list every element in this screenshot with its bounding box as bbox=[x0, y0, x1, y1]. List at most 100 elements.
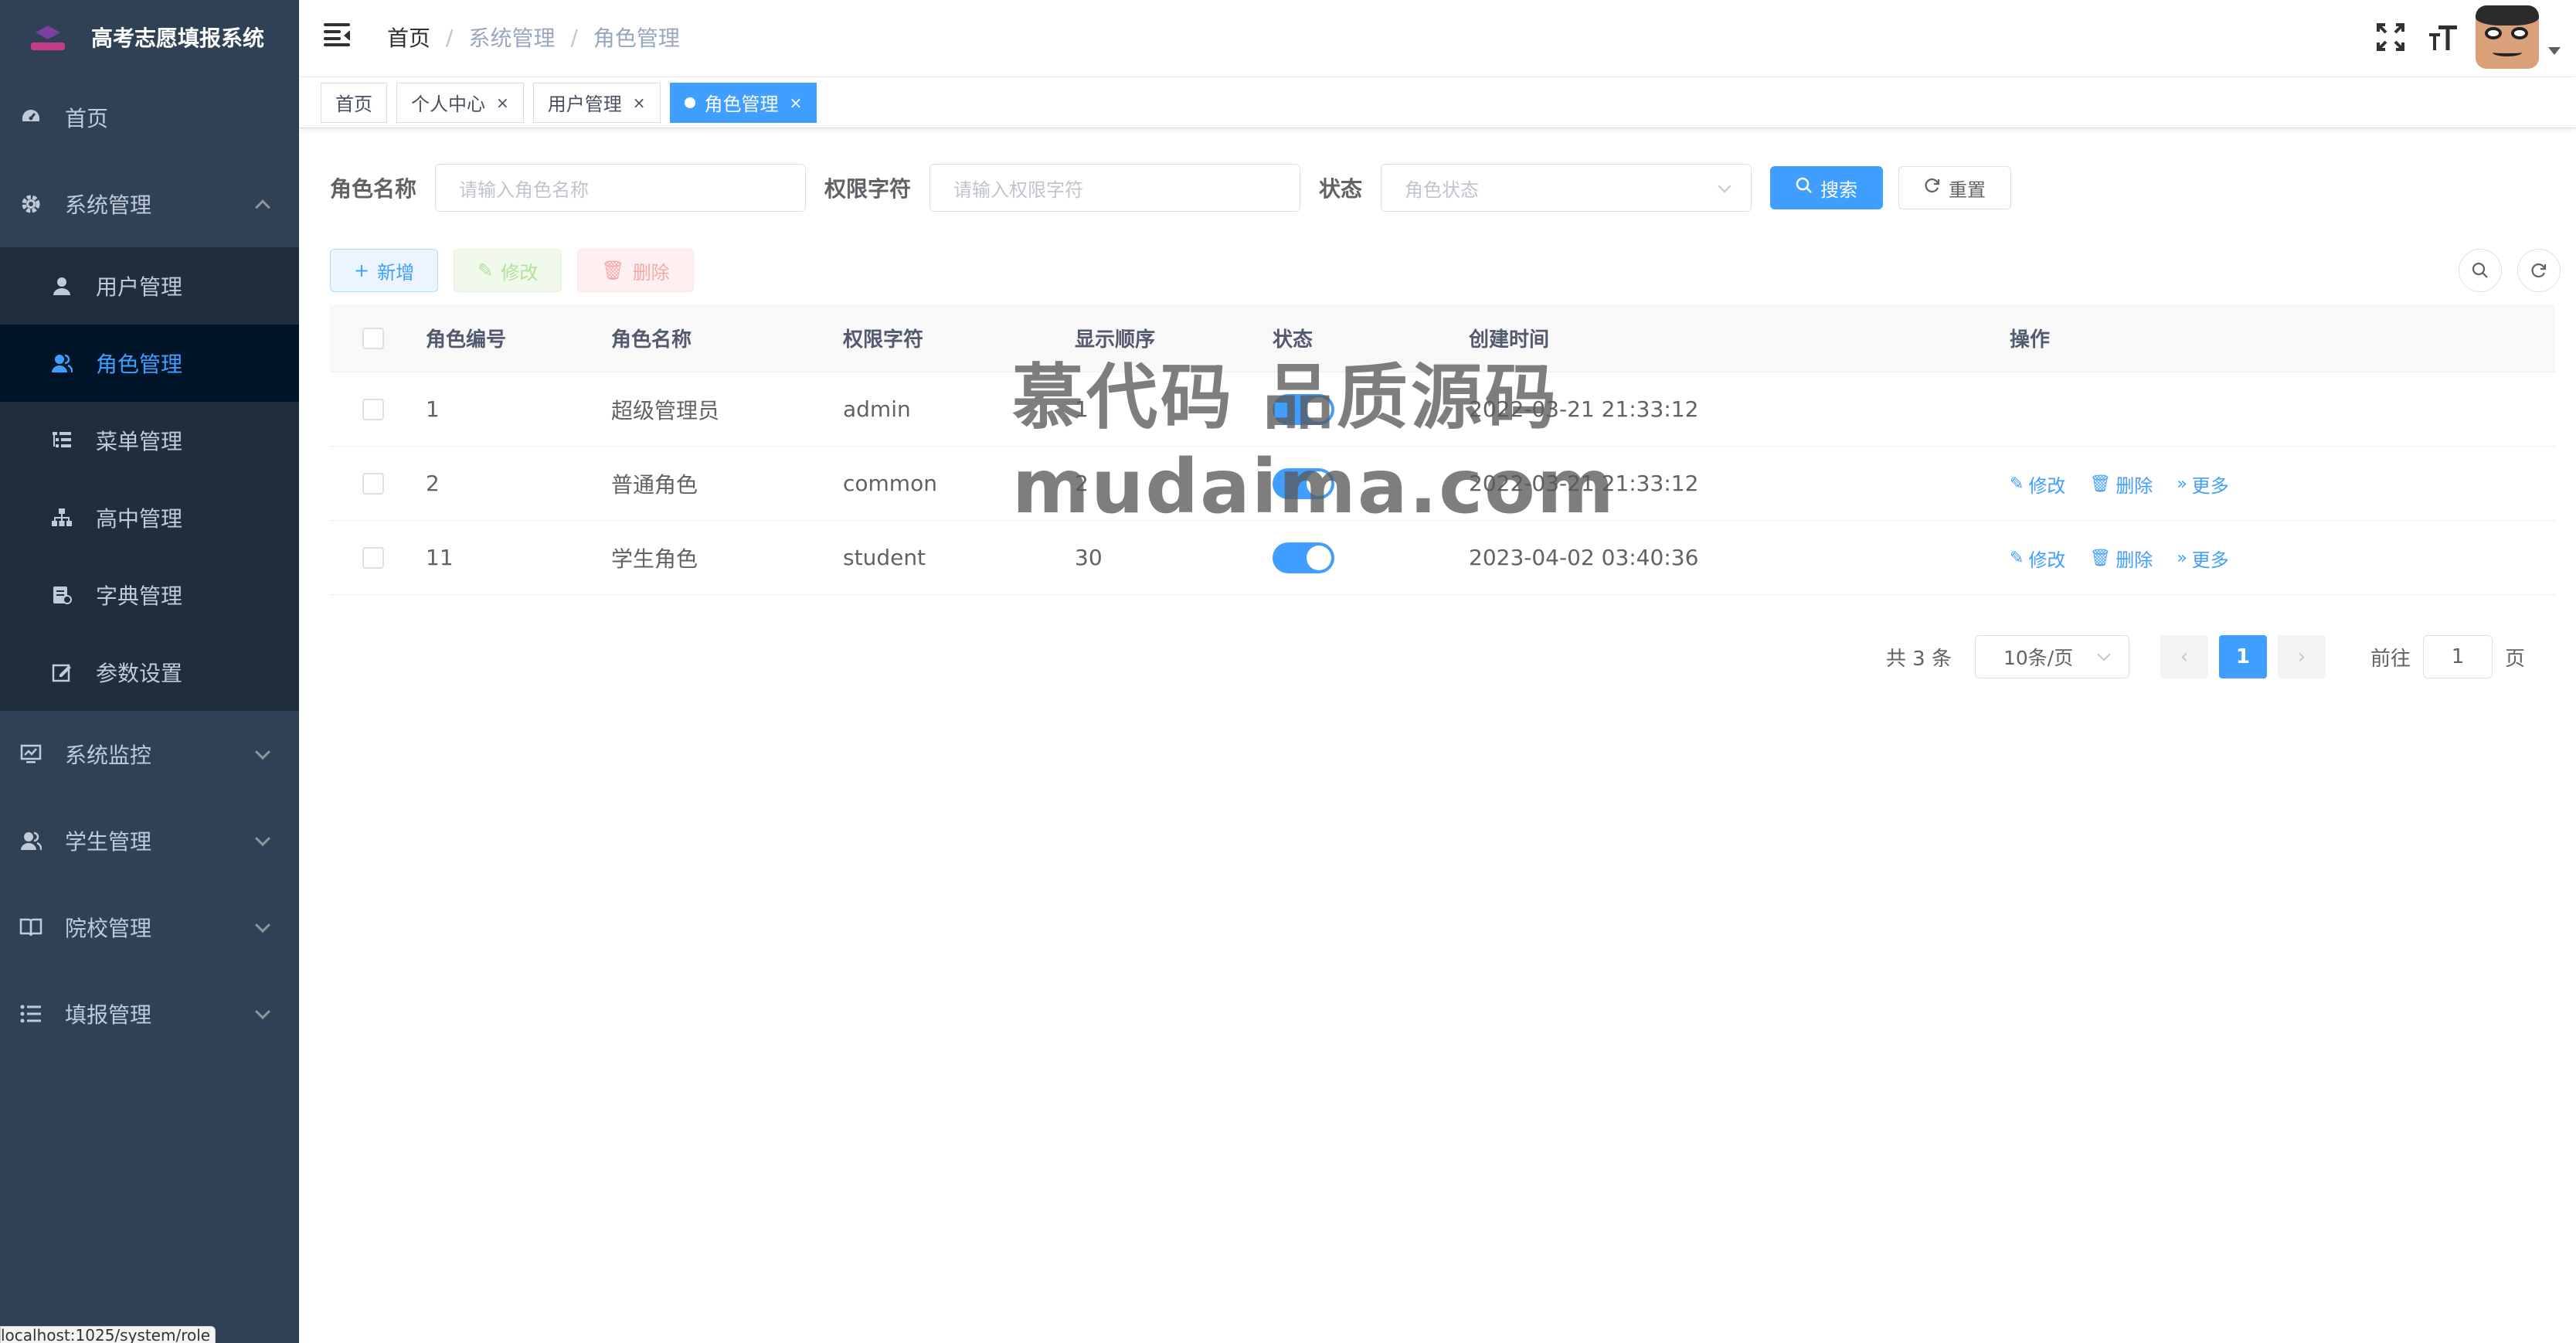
tag-profile[interactable]: 个人中心 × bbox=[396, 82, 524, 123]
double-chevron-right-icon: » bbox=[2177, 549, 2187, 568]
header-role-id: 角色编号 bbox=[426, 328, 507, 352]
role-name-label: 角色名称 bbox=[330, 176, 417, 202]
tag-home[interactable]: 首页 bbox=[321, 82, 387, 123]
tree-icon bbox=[49, 505, 74, 530]
row-delete-link[interactable]: 🗑 删除 bbox=[2089, 471, 2153, 498]
breadcrumb-system: 系统管理 bbox=[468, 26, 556, 51]
tags-view: 首页 个人中心 × 用户管理 × 角色管理 × bbox=[299, 77, 2576, 128]
fullscreen-icon[interactable] bbox=[2370, 17, 2411, 57]
dashboard-icon bbox=[19, 105, 43, 130]
table-row[interactable]: 2 普通角色 common 2 2022-03-21 21:33:12 ✎ 修改 … bbox=[330, 447, 2555, 521]
page-number-active[interactable]: 1 bbox=[2218, 635, 2267, 678]
sidebar-item-label: 学生管理 bbox=[65, 829, 152, 855]
student-icon bbox=[19, 828, 43, 853]
toggle-search-button[interactable] bbox=[2459, 249, 2502, 292]
cell-role-name: 超级管理员 bbox=[611, 397, 720, 423]
row-more-link[interactable]: » 更多 bbox=[2177, 471, 2228, 498]
close-icon[interactable]: × bbox=[496, 94, 509, 112]
status-select[interactable]: 角色状态 bbox=[1381, 164, 1752, 212]
cell-sort: 2 bbox=[1075, 471, 1089, 496]
close-icon[interactable]: × bbox=[633, 94, 646, 112]
tree-table-icon bbox=[49, 428, 74, 453]
prev-page-button[interactable]: ‹ bbox=[2160, 635, 2208, 678]
cell-role-id: 1 bbox=[426, 396, 440, 422]
row-checkbox[interactable] bbox=[362, 546, 384, 569]
sidebar-item-roles[interactable]: 角色管理 bbox=[0, 325, 299, 402]
cell-role-key: common bbox=[843, 471, 937, 496]
row-edit-label: 修改 bbox=[2028, 549, 2066, 571]
status-switch[interactable] bbox=[1273, 393, 1334, 425]
header-sort: 显示顺序 bbox=[1075, 328, 1156, 352]
sidebar-item-students[interactable]: 学生管理 bbox=[0, 797, 299, 884]
delete-button-label: 删除 bbox=[632, 261, 670, 284]
goto-page-input[interactable]: 1 bbox=[2422, 635, 2493, 678]
sidebar-item-colleges[interactable]: 院校管理 bbox=[0, 884, 299, 971]
page-jumper: 前往 1 页 bbox=[2370, 635, 2525, 678]
table-row[interactable]: 11 学生角色 student 30 2023-04-02 03:40:36 ✎… bbox=[330, 521, 2555, 595]
breadcrumb-home[interactable]: 首页 bbox=[387, 22, 430, 53]
cell-role-name: 学生角色 bbox=[611, 546, 698, 572]
role-name-input[interactable]: 请输入角色名称 bbox=[435, 164, 807, 212]
refresh-button[interactable] bbox=[2517, 249, 2561, 292]
next-page-button[interactable]: › bbox=[2277, 635, 2326, 678]
trash-icon: 🗑 bbox=[2089, 549, 2112, 568]
goto-label: 前往 bbox=[2370, 647, 2411, 671]
row-checkbox[interactable] bbox=[362, 398, 384, 420]
sidebar-item-monitor[interactable]: 系统监控 bbox=[0, 711, 299, 797]
row-checkbox[interactable] bbox=[362, 472, 384, 495]
navbar: 首页 / 系统管理 / 角色管理 bbox=[299, 0, 2576, 77]
sidebar-item-menus[interactable]: 菜单管理 bbox=[0, 402, 299, 479]
app-logo[interactable]: 高考志愿填报系统 bbox=[0, 0, 299, 74]
breadcrumb-separator: / bbox=[446, 24, 454, 50]
logo-icon bbox=[28, 21, 68, 53]
row-delete-label: 删除 bbox=[2116, 549, 2153, 571]
add-button[interactable]: + 新增 bbox=[330, 249, 439, 292]
chevron-down-icon bbox=[2097, 648, 2111, 661]
pagination-total: 共 3 条 bbox=[1885, 647, 1952, 671]
edit-button-label: 修改 bbox=[501, 261, 539, 284]
row-edit-link[interactable]: ✎ 修改 bbox=[2010, 545, 2065, 572]
cell-sort: 1 bbox=[1075, 396, 1089, 422]
row-edit-link[interactable]: ✎ 修改 bbox=[2010, 471, 2065, 498]
user-avatar[interactable] bbox=[2476, 5, 2539, 69]
status-switch[interactable] bbox=[1273, 468, 1334, 499]
page-size-select[interactable]: 10条/页 bbox=[1974, 635, 2129, 678]
sidebar: 高考志愿填报系统 首页 系统管理 用户管理 角色管理 菜单管理 高中管理 字典管… bbox=[0, 0, 299, 1343]
reset-button[interactable]: 重置 bbox=[1898, 166, 2012, 209]
sidebar-item-config[interactable]: 参数设置 bbox=[0, 634, 299, 711]
sidebar-item-highschools[interactable]: 高中管理 bbox=[0, 479, 299, 556]
cell-role-key: student bbox=[843, 545, 926, 570]
tag-users[interactable]: 用户管理 × bbox=[532, 82, 661, 123]
sidebar-item-label: 参数设置 bbox=[96, 661, 183, 686]
row-delete-link[interactable]: 🗑 删除 bbox=[2089, 545, 2153, 572]
font-size-icon[interactable] bbox=[2423, 17, 2463, 57]
sidebar-item-users[interactable]: 用户管理 bbox=[0, 247, 299, 325]
role-key-input[interactable]: 请输入权限字符 bbox=[929, 164, 1301, 212]
edit-button[interactable]: ✎ 修改 bbox=[454, 249, 562, 292]
hamburger-icon[interactable] bbox=[324, 23, 350, 46]
close-icon[interactable]: × bbox=[790, 94, 803, 112]
sidebar-item-system[interactable]: 系统管理 bbox=[0, 161, 299, 247]
tag-roles[interactable]: 角色管理 × bbox=[669, 82, 817, 123]
cell-status bbox=[1273, 393, 1469, 425]
chevron-down-icon bbox=[255, 1004, 270, 1020]
role-key-label: 权限字符 bbox=[824, 176, 912, 202]
row-delete-label: 删除 bbox=[2116, 475, 2153, 497]
plus-icon: + bbox=[354, 260, 370, 281]
row-more-link[interactable]: » 更多 bbox=[2177, 545, 2228, 572]
chevron-down-icon bbox=[1718, 179, 1731, 193]
status-switch[interactable] bbox=[1273, 542, 1334, 573]
row-edit-label: 修改 bbox=[2028, 475, 2066, 497]
search-button[interactable]: 搜索 bbox=[1770, 166, 1884, 209]
caret-down-icon[interactable] bbox=[2548, 47, 2561, 55]
select-all-checkbox[interactable] bbox=[362, 327, 384, 349]
search-button-label: 搜索 bbox=[1820, 178, 1858, 201]
table-row[interactable]: 1 超级管理员 admin 1 2022-03-21 21:33:12 bbox=[330, 372, 2555, 447]
delete-button[interactable]: 🗑 删除 bbox=[577, 249, 694, 292]
navbar-right bbox=[2370, 0, 2561, 74]
sidebar-item-home[interactable]: 首页 bbox=[0, 74, 299, 161]
sidebar-item-label: 院校管理 bbox=[65, 916, 152, 941]
sidebar-item-dict[interactable]: 字典管理 bbox=[0, 556, 299, 634]
sidebar-item-applications[interactable]: 填报管理 bbox=[0, 971, 299, 1057]
cell-ops: ✎ 修改 🗑 删除 » 更多 bbox=[2010, 469, 2555, 498]
